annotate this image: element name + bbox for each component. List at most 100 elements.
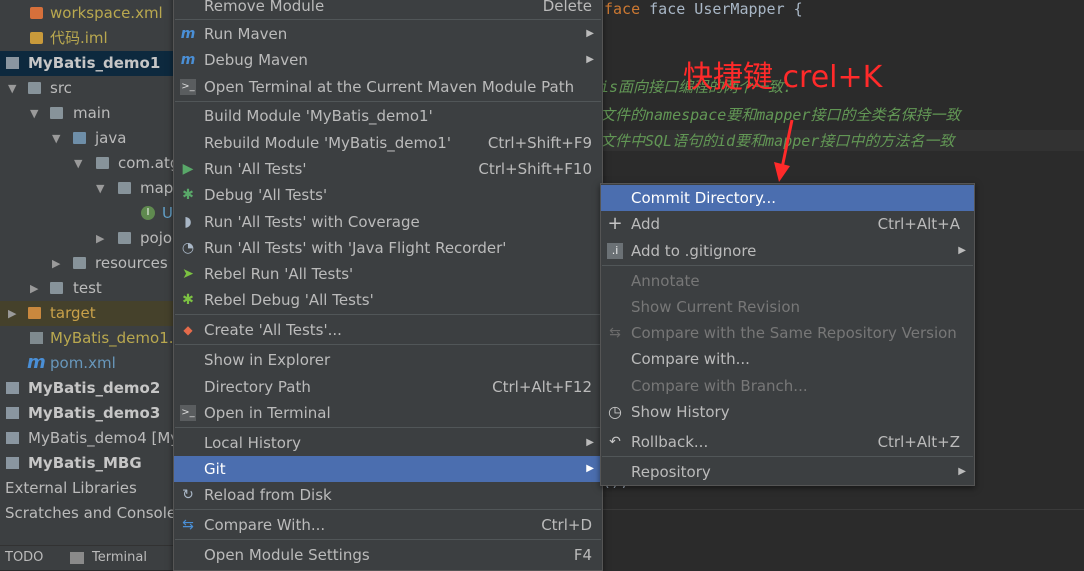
menu-separator (602, 456, 973, 457)
jrebel-debug-icon: ✱ (182, 292, 194, 308)
git-item-commit-directory[interactable]: Commit Directory... (601, 185, 974, 211)
git-item-annotate[interactable]: Annotate (601, 268, 974, 294)
module-icon (6, 457, 19, 469)
chevron-right-icon[interactable]: ▶ (30, 276, 38, 301)
tree-item-test[interactable]: ▶ test (0, 276, 178, 301)
menu-item-local-history[interactable]: Local History ▶ (174, 430, 602, 456)
menu-item-open-terminal-maven[interactable]: >_ Open Terminal at the Current Maven Mo… (174, 74, 602, 100)
git-submenu: Commit Directory... + Add Ctrl+Alt+A .i … (600, 183, 975, 486)
tree-item-mybatis-mbg[interactable]: MyBatis_MBG (0, 451, 178, 476)
tree-item-target[interactable]: ▶ target (0, 301, 178, 326)
coverage-icon: ◗ (184, 214, 192, 230)
iml-file-icon (30, 332, 43, 344)
submenu-arrow-icon: ▶ (958, 466, 966, 477)
project-tree: workspace.xml 代码.iml MyBatis_demo1 ▼ src… (0, 0, 178, 569)
chevron-right-icon[interactable]: ▶ (52, 251, 60, 276)
menu-item-open-module-settings[interactable]: Open Module Settings F4 (174, 542, 602, 568)
git-item-compare-with[interactable]: Compare with... (601, 346, 974, 372)
terminal-icon: >_ (180, 405, 196, 421)
git-item-rollback[interactable]: ↶ Rollback... Ctrl+Alt+Z (601, 429, 974, 455)
terminal-icon (70, 552, 84, 564)
menu-item-compare-with[interactable]: ⇆ Compare With... Ctrl+D (174, 512, 602, 538)
tree-item-pom-xml[interactable]: m pom.xml (0, 351, 178, 376)
source-folder-icon (73, 132, 86, 144)
menu-separator (175, 539, 601, 540)
menu-item-git[interactable]: Git ▶ (174, 456, 602, 482)
comment-line-3: 文件中SQL语句的id要和mapper接口中的方法名一致 (600, 130, 1084, 151)
maven-debug-icon: m (180, 52, 196, 68)
tree-item-com-atg[interactable]: ▼ com.atg (0, 151, 178, 176)
menu-item-run-with-coverage[interactable]: ◗ Run 'All Tests' with Coverage (174, 209, 602, 235)
tree-item-java[interactable]: ▼ java (0, 126, 178, 151)
tree-item-external-libraries[interactable]: External Libraries (0, 476, 178, 501)
resources-folder-icon (73, 257, 86, 269)
tree-item-workspace-xml[interactable]: workspace.xml (0, 1, 178, 26)
tree-item-mapper[interactable]: ▼ map (0, 176, 178, 201)
menu-separator (175, 314, 601, 315)
module-icon (6, 57, 19, 69)
git-item-show-history[interactable]: ◷ Show History (601, 399, 974, 425)
tree-item-usermapper[interactable]: I U (0, 201, 178, 226)
git-item-compare-with-branch[interactable]: Compare with Branch... (601, 373, 974, 399)
menu-item-build-module[interactable]: Build Module 'MyBatis_demo1' (174, 103, 602, 129)
chevron-down-icon[interactable]: ▼ (52, 126, 60, 151)
clock-icon: ◷ (608, 402, 622, 421)
menu-item-run-with-jfr[interactable]: ◔ Run 'All Tests' with 'Java Flight Reco… (174, 235, 602, 261)
tree-item-mybatis-demo2[interactable]: MyBatis_demo2 (0, 376, 178, 401)
profiler-icon: ◔ (181, 240, 195, 256)
plus-icon: + (607, 213, 623, 234)
iml-file-icon (30, 32, 43, 44)
menu-item-remove-module[interactable]: Remove Module Delete (174, 0, 602, 19)
module-icon (6, 432, 19, 444)
run-icon: ▶ (182, 161, 194, 177)
menu-item-debug-maven[interactable]: m Debug Maven ▶ (174, 47, 602, 73)
tree-item-scratches[interactable]: Scratches and Consoles (0, 501, 178, 526)
jrebel-run-icon: ➤ (182, 266, 194, 282)
bottom-tool-bar: TODO Terminal (0, 545, 178, 570)
menu-item-reload-from-disk[interactable]: ↻ Reload from Disk (174, 482, 602, 508)
menu-item-directory-path[interactable]: Directory Path Ctrl+Alt+F12 (174, 374, 602, 400)
menu-item-run-maven[interactable]: m Run Maven ▶ (174, 21, 602, 47)
create-config-icon: ◆ (183, 323, 193, 337)
git-item-add-to-gitignore[interactable]: .i Add to .gitignore ▶ (601, 238, 974, 264)
package-icon (96, 157, 109, 169)
git-item-show-current-revision[interactable]: Show Current Revision (601, 294, 974, 320)
menu-item-debug-all-tests[interactable]: ✱ Debug 'All Tests' (174, 182, 602, 208)
interface-icon: I (141, 206, 155, 220)
submenu-arrow-icon: ▶ (586, 28, 594, 39)
chevron-down-icon[interactable]: ▼ (8, 76, 16, 101)
chevron-down-icon[interactable]: ▼ (74, 151, 82, 176)
tree-item-main[interactable]: ▼ main (0, 101, 178, 126)
tree-item-pojo[interactable]: ▶ pojo (0, 226, 178, 251)
chevron-down-icon[interactable]: ▼ (96, 176, 104, 201)
menu-separator (602, 265, 973, 266)
editor-code-line: face face UserMapper { (604, 0, 803, 18)
tree-item-resources[interactable]: ▶ resources (0, 251, 178, 276)
menu-separator (175, 19, 601, 20)
menu-item-show-in-explorer[interactable]: Show in Explorer (174, 347, 602, 373)
tree-item-mybatis-demo4[interactable]: MyBatis_demo4 [My (0, 426, 178, 451)
git-item-compare-same-repo[interactable]: ⇆ Compare with the Same Repository Versi… (601, 320, 974, 346)
todo-tab[interactable]: TODO (5, 546, 43, 570)
menu-item-rebel-debug[interactable]: ✱ Rebel Debug 'All Tests' (174, 287, 602, 313)
git-item-add[interactable]: + Add Ctrl+Alt+A (601, 211, 974, 237)
debug-bug-icon: ✱ (182, 187, 194, 203)
chevron-right-icon[interactable]: ▶ (96, 226, 104, 251)
module-icon (6, 407, 19, 419)
menu-separator (175, 101, 601, 102)
menu-item-run-all-tests[interactable]: ▶ Run 'All Tests' Ctrl+Shift+F10 (174, 156, 602, 182)
menu-item-open-in-terminal[interactable]: >_ Open in Terminal (174, 400, 602, 426)
tree-item-mybatis-demo1[interactable]: MyBatis_demo1 (0, 51, 178, 76)
terminal-tab[interactable]: Terminal (92, 546, 147, 570)
tree-item-mybatis-demo3[interactable]: MyBatis_demo3 (0, 401, 178, 426)
menu-item-rebuild-module[interactable]: Rebuild Module 'MyBatis_demo1' Ctrl+Shif… (174, 130, 602, 156)
chevron-down-icon[interactable]: ▼ (30, 101, 38, 126)
chevron-right-icon[interactable]: ▶ (8, 301, 16, 326)
package-icon (118, 182, 131, 194)
tree-item-src[interactable]: ▼ src (0, 76, 178, 101)
tree-item-module-iml[interactable]: MyBatis_demo1.i (0, 326, 178, 351)
menu-item-rebel-run[interactable]: ➤ Rebel Run 'All Tests' (174, 261, 602, 287)
git-item-repository[interactable]: Repository ▶ (601, 459, 974, 485)
tree-item-iml[interactable]: 代码.iml (0, 26, 178, 51)
menu-item-create-all-tests[interactable]: ◆ Create 'All Tests'... (174, 317, 602, 343)
